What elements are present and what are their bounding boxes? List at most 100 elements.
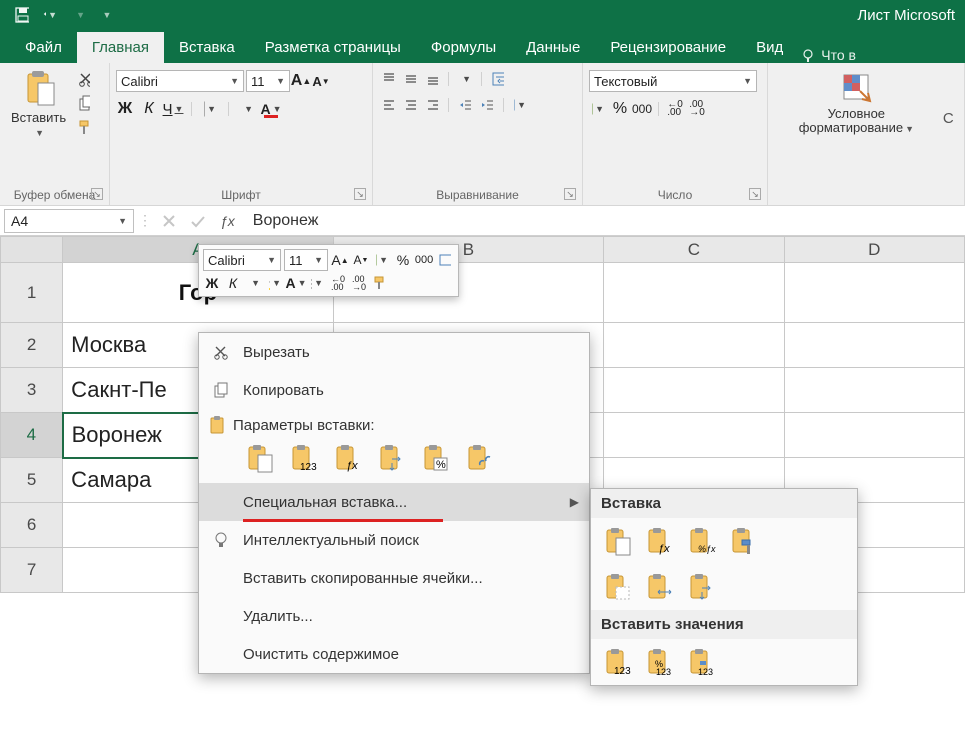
- cell[interactable]: [784, 323, 964, 368]
- mini-comma-icon[interactable]: 000: [415, 251, 433, 269]
- tab-view[interactable]: Вид: [741, 32, 798, 63]
- shrink-font-icon[interactable]: A▼: [312, 72, 330, 90]
- cancel-icon[interactable]: [162, 214, 176, 228]
- percent-format-icon[interactable]: %: [611, 100, 629, 118]
- tab-file[interactable]: Файл: [10, 32, 77, 63]
- cell[interactable]: [604, 368, 784, 413]
- tab-layout[interactable]: Разметка страницы: [250, 32, 416, 63]
- sub-paste-noborders-icon[interactable]: [601, 570, 635, 604]
- paste-button[interactable]: Вставить▼: [6, 66, 71, 143]
- mini-shrink-font-icon[interactable]: A▼: [352, 251, 370, 269]
- redo-icon[interactable]: ▼: [68, 5, 88, 25]
- orientation-icon[interactable]: ab▼: [456, 70, 474, 88]
- cell[interactable]: [604, 263, 784, 323]
- underline-button[interactable]: Ч▼: [164, 100, 182, 118]
- align-right-icon[interactable]: [423, 96, 441, 114]
- increase-indent-icon[interactable]: [478, 96, 496, 114]
- mini-italic-button[interactable]: К: [224, 274, 242, 292]
- font-name-dropdown[interactable]: Calibri▼: [116, 70, 244, 92]
- name-box[interactable]: A4▼: [4, 209, 134, 233]
- select-all-corner[interactable]: [1, 237, 63, 263]
- row-header[interactable]: 1: [1, 263, 63, 323]
- cell[interactable]: [784, 413, 964, 458]
- ctx-delete[interactable]: Удалить...: [199, 597, 589, 635]
- mini-grow-font-icon[interactable]: A▲: [331, 251, 349, 269]
- sub-paste-all-icon[interactable]: [601, 524, 635, 558]
- bold-button[interactable]: Ж: [116, 100, 134, 118]
- formula-value[interactable]: Воронеж: [245, 212, 965, 230]
- wrap-text-icon[interactable]: [489, 70, 507, 88]
- number-format-dropdown[interactable]: Текстовый▼: [589, 70, 757, 92]
- tab-review[interactable]: Рецензирование: [595, 32, 741, 63]
- mini-accounting-icon[interactable]: ▼: [373, 251, 391, 269]
- mini-font-size[interactable]: 11▼: [284, 249, 328, 271]
- font-color-button[interactable]: А▼: [262, 100, 280, 118]
- ctx-clear[interactable]: Очистить содержимое: [199, 635, 589, 673]
- cell[interactable]: [604, 323, 784, 368]
- decrease-decimal-icon[interactable]: .00→0: [688, 100, 706, 118]
- mini-font-name[interactable]: Calibri▼: [203, 249, 281, 271]
- decrease-indent-icon[interactable]: [456, 96, 474, 114]
- tab-insert[interactable]: Вставка: [164, 32, 250, 63]
- sub-paste-formulas-icon[interactable]: ƒx: [643, 524, 677, 558]
- dialog-launcher[interactable]: ↘: [354, 188, 366, 200]
- qat-customize[interactable]: ▼: [96, 5, 116, 25]
- cell[interactable]: [784, 263, 964, 323]
- merge-center-icon[interactable]: ▼: [511, 96, 529, 114]
- sub-paste-transpose-icon[interactable]: [685, 570, 719, 604]
- mini-percent-icon[interactable]: %: [394, 251, 412, 269]
- row-header[interactable]: 2: [1, 323, 63, 368]
- paste-formulas-icon[interactable]: ƒx: [331, 441, 365, 475]
- ctx-smart-lookup[interactable]: Интеллектуальный поиск: [199, 521, 589, 559]
- dialog-launcher[interactable]: ↘: [564, 188, 576, 200]
- mini-borders-icon[interactable]: ▼: [308, 274, 326, 292]
- align-left-icon[interactable]: [379, 96, 397, 114]
- enter-icon[interactable]: [190, 214, 206, 228]
- ctx-copy[interactable]: Копировать: [199, 371, 589, 409]
- col-header[interactable]: D: [784, 237, 964, 263]
- mini-fill-color-icon[interactable]: ▼: [266, 274, 284, 292]
- comma-format-icon[interactable]: 000: [633, 100, 651, 118]
- mini-font-color-icon[interactable]: А▼: [287, 274, 305, 292]
- paste-formatting-icon[interactable]: %: [419, 441, 453, 475]
- col-header[interactable]: C: [604, 237, 784, 263]
- row-header[interactable]: 5: [1, 458, 63, 503]
- sub-values-icon[interactable]: 123: [601, 645, 635, 679]
- undo-icon[interactable]: ▼: [40, 5, 60, 25]
- italic-button[interactable]: К: [140, 100, 158, 118]
- align-top-icon[interactable]: [379, 70, 397, 88]
- row-header[interactable]: 6: [1, 503, 63, 548]
- accounting-format-icon[interactable]: $▼: [589, 100, 607, 118]
- paste-link-icon[interactable]: [463, 441, 497, 475]
- mini-inc-decimal-icon[interactable]: ←0.00: [329, 274, 347, 292]
- ctx-paste-special[interactable]: Специальная вставка...▶: [199, 483, 589, 521]
- increase-decimal-icon[interactable]: ←0.00: [666, 100, 684, 118]
- mini-dec-decimal-icon[interactable]: .00→0: [350, 274, 368, 292]
- tab-data[interactable]: Данные: [511, 32, 595, 63]
- tell-me[interactable]: Что в: [802, 47, 856, 63]
- ctx-cut[interactable]: Вырезать: [199, 333, 589, 371]
- mini-align-icon[interactable]: ▼: [245, 274, 263, 292]
- grow-font-icon[interactable]: A▲: [292, 72, 310, 90]
- dialog-launcher[interactable]: ↘: [749, 188, 761, 200]
- tab-formulas[interactable]: Формулы: [416, 32, 511, 63]
- font-size-dropdown[interactable]: 11▼: [246, 70, 290, 92]
- save-icon[interactable]: [12, 5, 32, 25]
- paste-all-icon[interactable]: [243, 441, 277, 475]
- sub-paste-colwidth-icon[interactable]: [643, 570, 677, 604]
- sub-values-source-icon[interactable]: 123: [685, 645, 719, 679]
- copy-icon[interactable]: [75, 94, 93, 112]
- fill-color-button[interactable]: ▼: [238, 100, 256, 118]
- sub-paste-formulas-num-icon[interactable]: %ƒx: [685, 524, 719, 558]
- mini-bold-button[interactable]: Ж: [203, 274, 221, 292]
- fx-icon[interactable]: ƒx: [220, 213, 235, 229]
- paste-values-icon[interactable]: 123: [287, 441, 321, 475]
- cell[interactable]: [784, 368, 964, 413]
- sub-paste-keep-source-icon[interactable]: [727, 524, 761, 558]
- align-center-icon[interactable]: [401, 96, 419, 114]
- borders-button[interactable]: ▼: [201, 100, 219, 118]
- ctx-insert-copied[interactable]: Вставить скопированные ячейки...: [199, 559, 589, 597]
- align-bottom-icon[interactable]: [423, 70, 441, 88]
- tab-home[interactable]: Главная: [77, 32, 164, 63]
- conditional-formatting-button[interactable]: Условное форматирование▼: [774, 66, 939, 139]
